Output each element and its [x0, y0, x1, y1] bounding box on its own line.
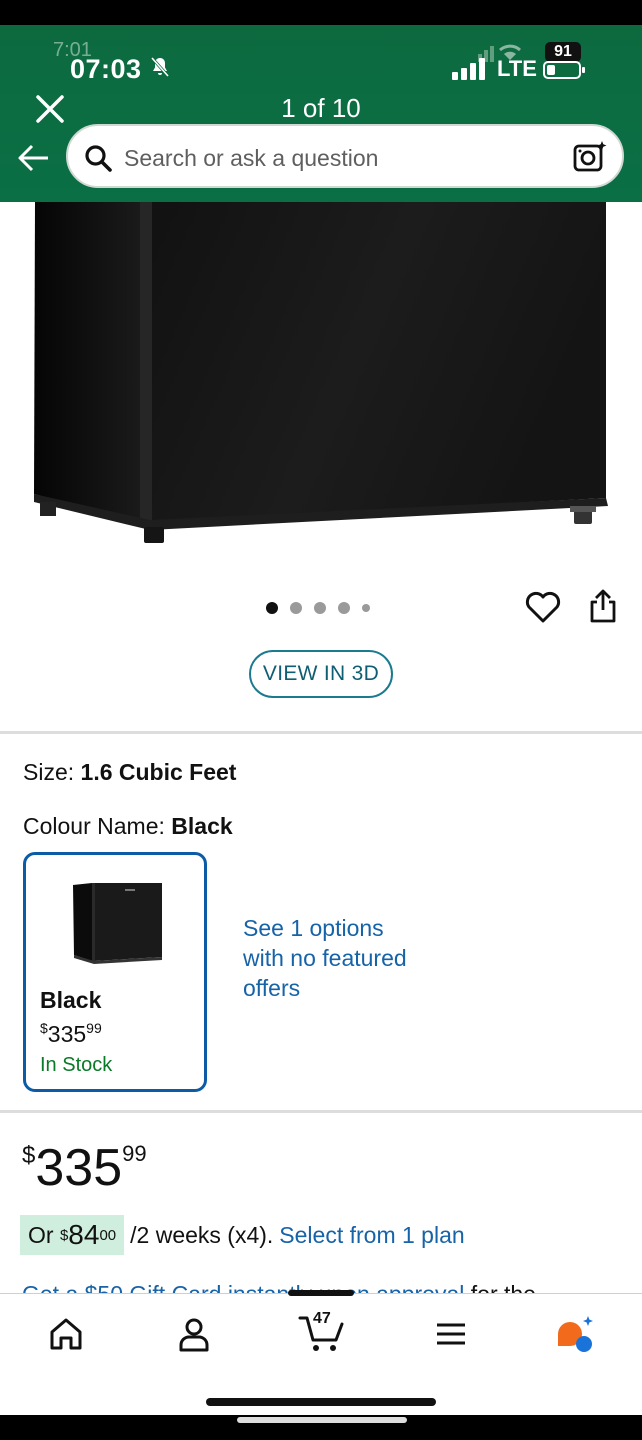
screen: 7:01 07:03 91 LTE 1 of 10 Search or ask … [0, 25, 642, 1415]
promo-link[interactable]: Get a $50 Gift Card instantly upon appro… [22, 1281, 464, 1293]
swatch-price-whole: 335 [47, 1021, 87, 1047]
swatch-name: Black [40, 987, 102, 1013]
home-indicator [206, 1398, 436, 1406]
gallery-dot[interactable] [290, 602, 302, 614]
search-bar[interactable] [66, 124, 624, 188]
gallery-dot[interactable] [314, 602, 326, 614]
swatch-stock: In Stock [40, 1054, 113, 1076]
price-whole: 335 [35, 1139, 123, 1197]
network-type: LTE [497, 56, 537, 81]
product-price: $33599 [22, 1138, 147, 1198]
colour-label: Colour Name: [23, 813, 165, 839]
colour-value: Black [171, 813, 233, 839]
system-home-indicator [237, 1417, 407, 1423]
see-options-link[interactable]: See 1 options with no featured offers [243, 913, 413, 1003]
image-counter: 1 of 10 [281, 93, 361, 123]
size-value: 1.6 Cubic Feet [80, 759, 237, 785]
account-icon[interactable] [174, 1314, 214, 1354]
plan-fraction: 00 [99, 1226, 117, 1244]
share-icon[interactable] [588, 588, 618, 624]
size-row: Size: 1.6 Cubic Feet [23, 759, 236, 786]
gallery-dot[interactable] [266, 602, 278, 614]
view-in-3d-button[interactable]: VIEW IN 3D [249, 650, 393, 698]
gallery-dot[interactable] [338, 602, 350, 614]
home-icon[interactable] [46, 1314, 86, 1354]
gallery-dots [266, 602, 370, 614]
payment-plan-row: Or $84 00 /2 weeks (x4). Select from 1 pl… [20, 1215, 465, 1255]
battery-level: 91 [545, 42, 581, 62]
grab-handle[interactable] [288, 1290, 354, 1296]
plan-whole: 84 [68, 1219, 100, 1250]
plan-suffix: /2 weeks (x4). [130, 1221, 274, 1248]
section-divider [0, 731, 642, 734]
plan-prefix: Or [28, 1221, 54, 1248]
search-input[interactable] [124, 143, 544, 173]
signal-icon [452, 58, 485, 80]
battery-icon [543, 61, 585, 79]
section-divider [0, 1110, 642, 1113]
swatch-price-currency: $ [40, 1020, 48, 1036]
heart-icon[interactable] [525, 590, 561, 624]
product-image[interactable] [0, 202, 642, 572]
plan-currency: $ [59, 1226, 69, 1244]
menu-icon[interactable] [431, 1314, 471, 1354]
swatch-price: $33599 [40, 1020, 102, 1048]
gallery-dot[interactable] [362, 604, 370, 612]
promo-tail: for the [464, 1281, 536, 1293]
bottom-nav: 47 [0, 1290, 642, 1415]
bell-off-icon [150, 57, 170, 77]
size-label: Size: [23, 759, 75, 785]
rufus-assistant-icon[interactable] [554, 1314, 598, 1354]
cart-count: 47 [313, 1310, 331, 1327]
colour-swatch-black[interactable]: Black $33599 In Stock [23, 852, 207, 1092]
swatch-price-fraction: 99 [86, 1020, 102, 1036]
select-plan-link[interactable]: Select from 1 plan [279, 1222, 464, 1249]
swatch-thumbnail [73, 883, 162, 964]
camera-search-icon[interactable] [572, 139, 608, 175]
colour-row: Colour Name: Black [23, 813, 233, 840]
back-arrow-icon[interactable] [16, 143, 50, 173]
cart-button[interactable]: 47 [298, 1310, 346, 1354]
price-fraction: 99 [122, 1141, 147, 1166]
price-currency: $ [22, 1142, 36, 1169]
plan-price-chip: Or $84 00 [20, 1215, 125, 1255]
search-icon [85, 145, 112, 172]
app-header: 7:01 07:03 91 LTE 1 of 10 Search or ask … [0, 25, 642, 202]
status-time: 07:03 [70, 54, 142, 84]
